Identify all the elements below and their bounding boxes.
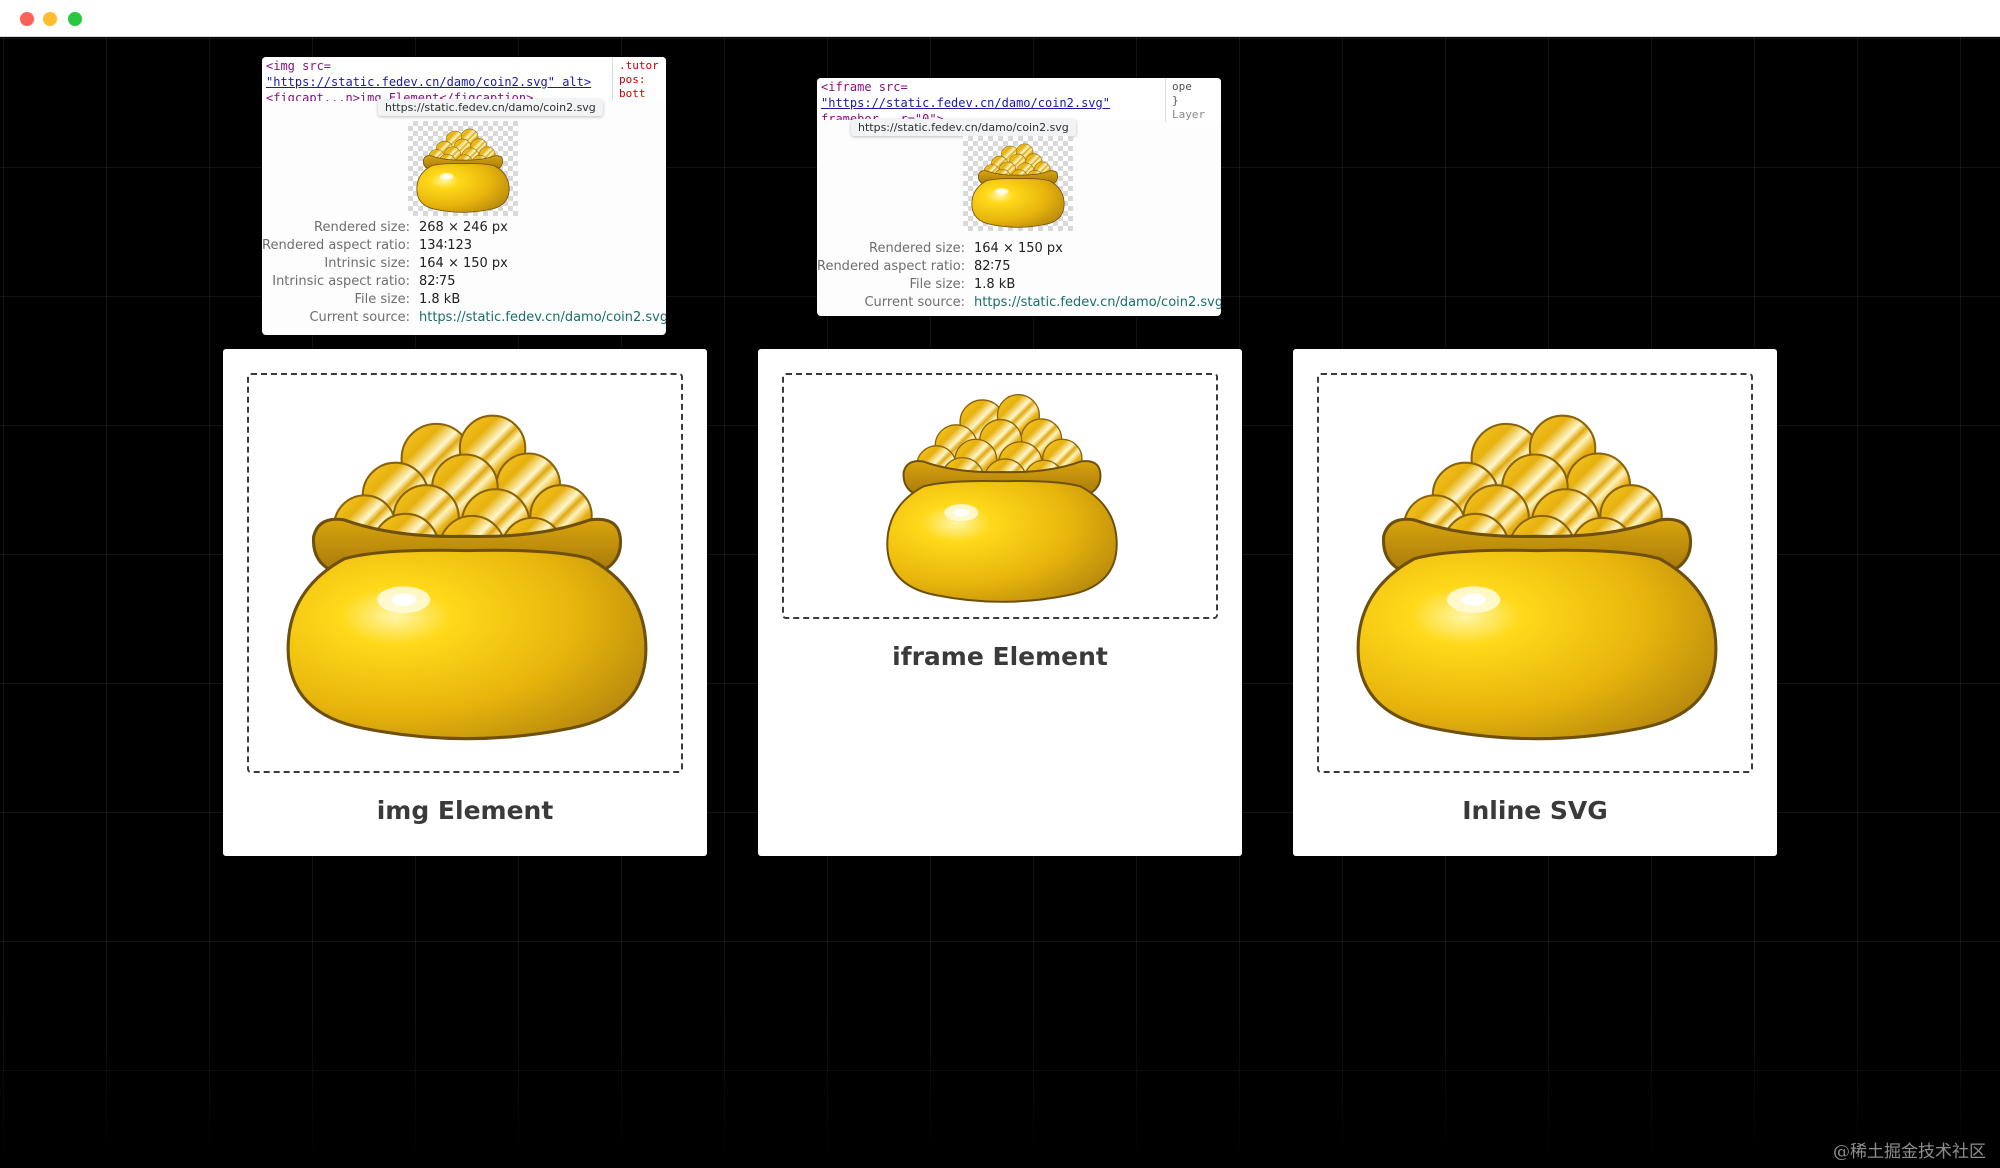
current-source-link[interactable]: https://static.fedev.cn/damo/coin2.svg bbox=[974, 294, 1221, 312]
coin-pot-icon[interactable] bbox=[884, 375, 1120, 611]
code-line[interactable]: "https://static.fedev.cn/damo/coin2.svg" bbox=[821, 95, 1217, 111]
inline-svg-frame bbox=[1317, 373, 1753, 773]
card-caption: iframe Element bbox=[892, 642, 1108, 671]
window-titlebar bbox=[0, 0, 2000, 37]
minimize-window-button[interactable] bbox=[43, 12, 57, 26]
maximize-window-button[interactable] bbox=[68, 12, 82, 26]
info-row: Intrinsic aspect ratio: 82∶75 bbox=[272, 274, 456, 289]
info-row: File size: 1.8 kB bbox=[354, 292, 461, 307]
image-info-rows: Rendered size: 268 × 246 px Rendered aspe… bbox=[262, 219, 666, 327]
styles-pane-snippet: ope } Layer h bbox=[1165, 78, 1221, 122]
iframe-element-frame bbox=[782, 373, 1218, 619]
info-row: Current source: https://static.fedev.cn/d… bbox=[262, 309, 666, 327]
info-row: Rendered aspect ratio: 82∶75 bbox=[817, 259, 1011, 274]
info-row: Rendered aspect ratio: 134∶123 bbox=[262, 238, 473, 253]
image-preview-thumbnail bbox=[408, 121, 518, 216]
img-source-code: <img src= "https://static.fedev.cn/damo/… bbox=[262, 57, 666, 101]
info-row: Rendered size: 268 × 246 px bbox=[314, 220, 508, 235]
card-caption: img Element bbox=[376, 796, 554, 825]
iframe-source-code: <iframe src= "https://static.fedev.cn/da… bbox=[817, 78, 1221, 120]
info-row: Intrinsic size: 164 × 150 px bbox=[324, 256, 508, 271]
styles-pane-snippet: .tutor pos: bott bbox=[612, 57, 666, 101]
iframe-element-card: iframe Element bbox=[758, 349, 1242, 856]
image-preview-thumbnail bbox=[963, 136, 1073, 231]
img-element-card: img Element bbox=[223, 349, 707, 856]
inline-svg-card: Inline SVG bbox=[1293, 349, 1777, 856]
coin-pot-icon bbox=[963, 136, 1073, 231]
info-row: Rendered size: 164 × 150 px bbox=[869, 241, 1063, 256]
close-window-button[interactable] bbox=[20, 12, 34, 26]
info-row: Current source: https://static.fedev.cn/d… bbox=[817, 294, 1221, 312]
coin-pot-icon bbox=[408, 121, 518, 216]
image-url-chip: https://static.fedev.cn/damo/coin2.svg bbox=[378, 99, 603, 116]
code-line[interactable]: "https://static.fedev.cn/damo/coin2.svg"… bbox=[266, 74, 662, 90]
coin-pot-icon[interactable] bbox=[1353, 385, 1721, 753]
img-element-frame bbox=[247, 373, 683, 773]
watermark: @稀土掘金技术社区 bbox=[1833, 1142, 1986, 1162]
code-line: <iframe src= bbox=[821, 80, 908, 94]
code-line: <img src= bbox=[266, 59, 332, 73]
current-source-link[interactable]: https://static.fedev.cn/damo/coin2.svg bbox=[419, 309, 666, 327]
card-caption: Inline SVG bbox=[1462, 796, 1608, 825]
img-devtools-tooltip: <img src= "https://static.fedev.cn/damo/… bbox=[262, 57, 666, 335]
iframe-devtools-tooltip: <iframe src= "https://static.fedev.cn/da… bbox=[817, 78, 1221, 316]
info-row: File size: 1.8 kB bbox=[909, 277, 1016, 292]
image-info-rows: Rendered size: 164 × 150 px Rendered aspe… bbox=[817, 240, 1221, 312]
coin-pot-icon[interactable] bbox=[283, 385, 651, 753]
image-url-chip: https://static.fedev.cn/damo/coin2.svg bbox=[851, 119, 1076, 136]
